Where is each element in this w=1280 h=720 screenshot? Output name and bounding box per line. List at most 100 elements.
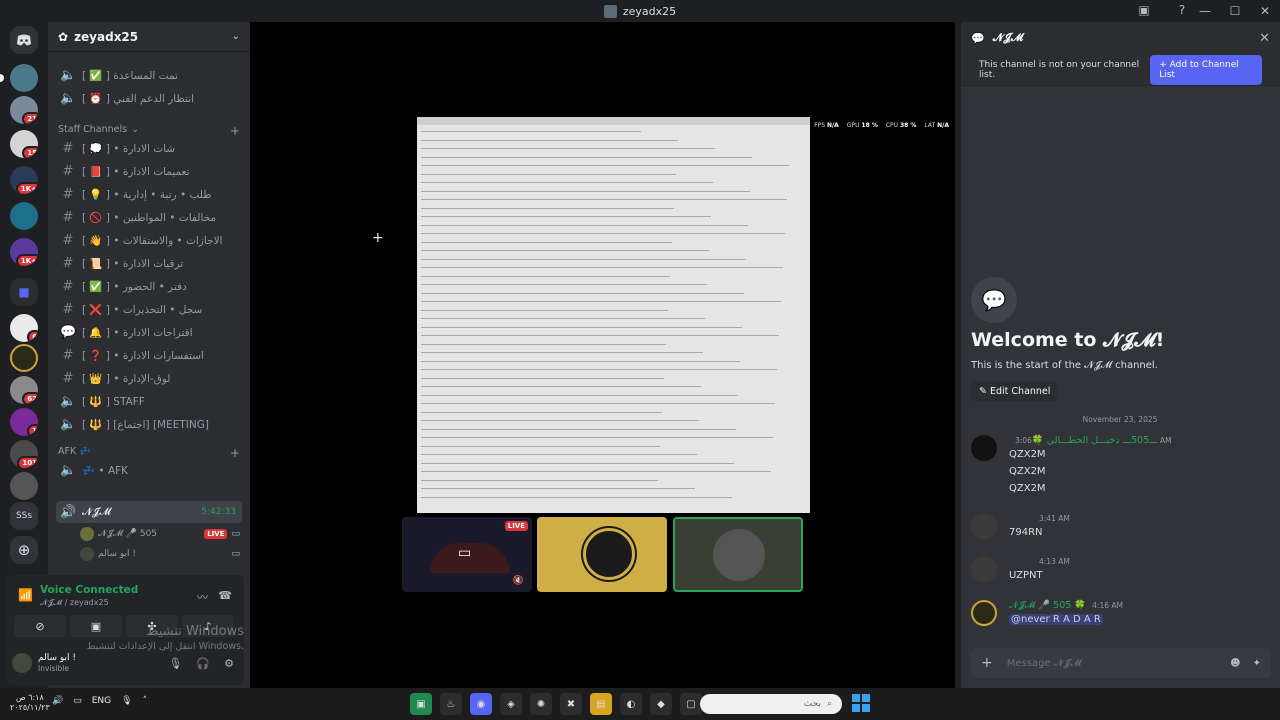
clock[interactable]: ٦:١٨ ص ٢٠٢٥/١١/٢٣ <box>10 693 50 713</box>
headphones-icon[interactable]: 🎧 <box>196 657 210 670</box>
text-channel[interactable]: # [ ❌ ] • سجل • التحذيرات <box>56 298 242 320</box>
microphone-icon[interactable]: 🎙 <box>121 696 132 706</box>
log-line <box>421 352 703 353</box>
copilot-icon[interactable]: ◆ <box>650 693 672 715</box>
minimize-button[interactable]: — <box>1190 4 1220 18</box>
text-channel[interactable]: # [ 📕 ] • تعميمات الادارة <box>56 160 242 182</box>
message-composer[interactable]: + Message 𝓝𝓙𝓜 ☻ ✦ <box>971 648 1271 678</box>
direct-messages-button[interactable] <box>10 26 38 54</box>
log-line <box>421 420 699 421</box>
text-channel[interactable]: # [ ❓ ] • استفسارات الادارة <box>56 344 242 366</box>
message-author[interactable]: 𝓝𝓙𝓜 🎤 505 🍀 <box>1009 600 1086 611</box>
add-to-channel-list-button[interactable]: + Add to Channel List <box>1150 54 1262 85</box>
text-channel[interactable]: # [ 💭 ] • شات الادارة <box>56 137 242 159</box>
stream-tile[interactable]: LIVE ▭ 🔇 <box>402 517 532 592</box>
welcome-subtitle: This is the start of the 𝓝𝓙𝓜 channel. <box>971 360 1158 371</box>
edge-icon[interactable]: ◐ <box>620 693 642 715</box>
server-header[interactable]: ✿ zeyadx25 ⌄ <box>48 22 250 52</box>
noise-suppression-icon[interactable]: 〰 <box>197 589 208 605</box>
steam-icon[interactable]: ♨ <box>440 693 462 715</box>
user-name[interactable]: ابو سالم ! <box>38 653 76 664</box>
avatar[interactable] <box>971 556 997 582</box>
start-button[interactable] <box>852 694 870 712</box>
language-indicator[interactable]: ENG <box>92 696 111 706</box>
disconnect-icon[interactable]: ☎ <box>218 589 232 602</box>
server-icon-8[interactable]: 62 <box>10 376 38 404</box>
mention-badge: 1K+ <box>15 182 38 194</box>
add-server-button[interactable]: ⊕ <box>10 536 38 564</box>
participant-tile[interactable] <box>537 517 667 592</box>
server-icon-7[interactable]: 6 <box>10 314 38 342</box>
avatar[interactable] <box>971 600 997 626</box>
app-icon-1[interactable]: ▣ <box>410 693 432 715</box>
app-icon-5[interactable]: ✺ <box>530 693 552 715</box>
text-channel[interactable]: # [ 🚫 ] • مخالفات • المواطنين <box>56 206 242 228</box>
server-icon-10[interactable]: 101 <box>10 440 38 468</box>
server-icon-2[interactable]: 21 <box>10 96 38 124</box>
edit-channel-button[interactable]: ✎ Edit Channel <box>971 382 1059 401</box>
stream-stage[interactable]: FPS N/A GPU 18 % CPU 38 % LAT N/A + LIVE… <box>250 22 955 688</box>
taskbar-search[interactable]: بحث ⌕ <box>700 694 842 714</box>
participant-tile-speaking[interactable] <box>673 517 803 592</box>
voice-channel[interactable]: 🔈 [ ⏰ ] انتظار الدعم الفني <box>56 87 242 109</box>
emoji-icon[interactable]: ☻ <box>1230 658 1240 669</box>
task-view-icon[interactable]: ▢ <box>680 693 702 715</box>
inbox-icon[interactable]: ▣ <box>1136 3 1152 19</box>
app-icon-4[interactable]: ◈ <box>500 693 522 715</box>
server-folder-icon[interactable]: ■ <box>10 278 38 306</box>
create-channel-icon[interactable]: + <box>230 124 240 138</box>
text-channel[interactable]: # [ ✅ ] • دفتر • الحضور <box>56 275 242 297</box>
server-icon-1[interactable] <box>10 64 38 92</box>
avatar[interactable] <box>971 513 997 539</box>
category-staff[interactable]: Staff Channels ⌄ + <box>58 124 240 138</box>
add-attachment-icon[interactable]: + <box>981 655 993 671</box>
voice-channel[interactable]: 🔈 [ 🔱 ] [اجتماع] [MEETING] <box>56 413 242 435</box>
voice-channel[interactable]: 🔈 [ 🔱 ] STAFF <box>56 390 242 412</box>
gear-icon[interactable]: ⚙ <box>224 657 234 670</box>
microphone-icon[interactable]: 🎙 <box>168 657 182 670</box>
message-input[interactable]: Message 𝓝𝓙𝓜 <box>1007 658 1082 669</box>
file-explorer-icon[interactable]: ▤ <box>590 693 612 715</box>
server-icon-3[interactable]: 15 <box>10 130 38 158</box>
camera-button[interactable]: ⊘ <box>14 615 66 637</box>
volume-icon[interactable]: 🔊 <box>52 696 63 706</box>
voice-user[interactable]: ابو سالم ! ▭ <box>80 545 240 563</box>
server-icon-11[interactable] <box>10 472 38 500</box>
help-icon[interactable]: ? <box>1174 3 1190 19</box>
forum-channel[interactable]: 💬 [ 🔔 ] • اقتراحات الادارة <box>56 321 242 343</box>
server-icon-5[interactable] <box>10 202 38 230</box>
text-channel[interactable]: # [ 💡 ] • طلب • رتبة • إدارية <box>56 183 242 205</box>
message-author[interactable]: ـــ505ـــ دخيـــل الخطـــالي 🍀 <box>1032 435 1158 446</box>
mute-icon[interactable]: 🔇 <box>513 576 524 586</box>
maximize-button[interactable]: ☐ <box>1220 4 1250 18</box>
voice-channel[interactable]: 🔈 [ ✅ ] تمت المساعدة <box>56 64 242 86</box>
server-icon-6[interactable]: 1K+ <box>10 238 38 266</box>
discord-app-icon[interactable]: ◉ <box>470 693 492 715</box>
category-afk[interactable]: AFK 💤 + <box>58 446 240 460</box>
app-icon-6[interactable]: ✖ <box>560 693 582 715</box>
text-channel[interactable]: # [ 📜 ] • ترقيات الادارة <box>56 252 242 274</box>
text-channel[interactable]: # [ 👋 ] • الاجازات • والاستقالات <box>56 229 242 251</box>
voice-channel-afk[interactable]: 🔈 💤 • AFK <box>56 459 242 481</box>
voice-channel-active[interactable]: 🔊 𝓝𝓙𝓜 5:42:33 <box>56 501 242 523</box>
activity-icon[interactable]: ✦ <box>1253 658 1261 669</box>
server-icon-4[interactable]: 1K+ <box>10 166 38 194</box>
log-line <box>421 131 641 132</box>
avatar[interactable] <box>971 435 997 461</box>
user-mention[interactable]: @never R A D A R <box>1009 614 1103 625</box>
close-icon[interactable]: ✕ <box>1259 31 1270 46</box>
display-icon[interactable]: ▭ <box>73 696 82 706</box>
avatar[interactable] <box>12 653 32 673</box>
create-channel-icon[interactable]: + <box>230 446 240 460</box>
voice-location[interactable]: 𝓝𝓙𝓜 / zeyadx25 <box>40 598 109 608</box>
voice-status[interactable]: Voice Connected <box>40 584 138 596</box>
log-line <box>421 462 734 464</box>
server-icon-kh[interactable] <box>10 344 38 372</box>
close-window-button[interactable]: ✕ <box>1250 4 1280 18</box>
chevron-up-icon[interactable]: ˄ <box>143 696 148 706</box>
server-icon-ssl[interactable]: SSs <box>10 502 38 530</box>
voice-user[interactable]: 𝓝𝓙𝓜 🎤 505 LIVE ▭ <box>80 525 240 543</box>
channel-label: [ ❌ ] • سجل • التحذيرات <box>82 303 203 316</box>
server-icon-9[interactable]: 1 <box>10 408 38 436</box>
text-channel[interactable]: # [ 👑 ] • لوق-الإدارة <box>56 367 242 389</box>
